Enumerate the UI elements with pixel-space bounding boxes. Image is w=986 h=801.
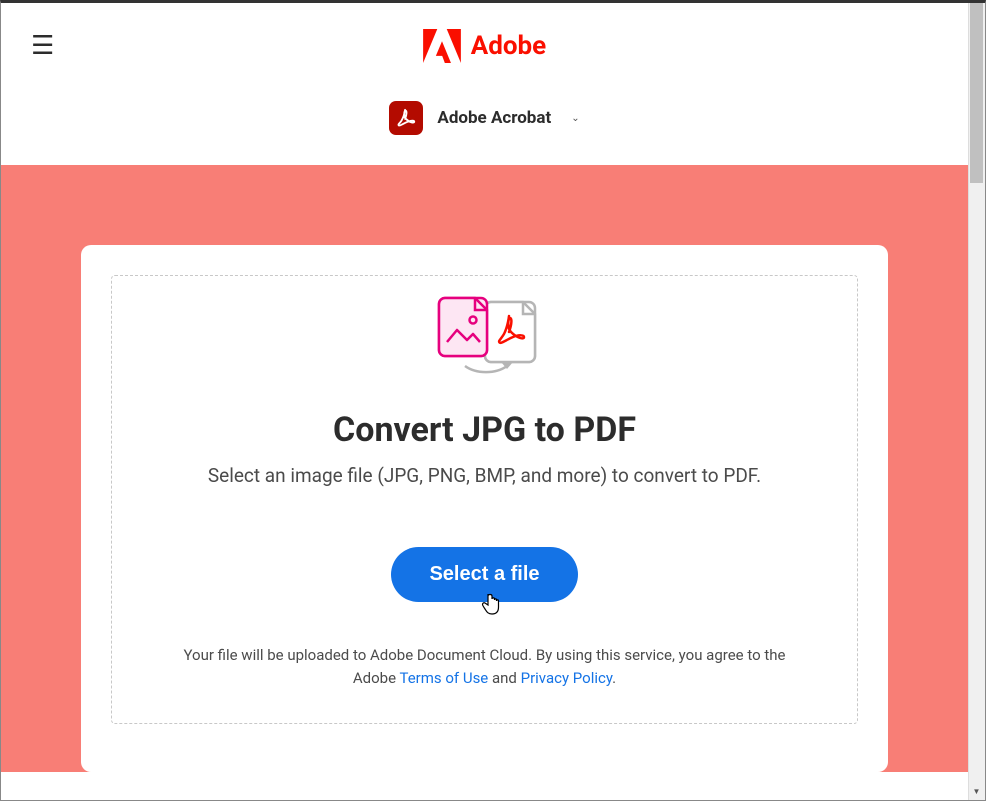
dropzone[interactable]: Convert JPG to PDF Select an image file … [111, 275, 858, 724]
privacy-policy-link[interactable]: Privacy Policy [521, 669, 613, 687]
adobe-brand[interactable]: Adobe [423, 29, 546, 63]
disclaimer-text-3: . [612, 669, 616, 687]
terms-of-use-link[interactable]: Terms of Use [399, 669, 488, 687]
page-title: Convert JPG to PDF [142, 410, 827, 450]
scrollbar-thumb[interactable] [970, 3, 983, 183]
page-subtitle: Select an image file (JPG, PNG, BMP, and… [142, 464, 827, 487]
upload-disclaimer: Your file will be uploaded to Adobe Docu… [165, 644, 805, 689]
hamburger-menu-icon[interactable]: ☰ [31, 33, 54, 59]
cta-label: Select a file [429, 563, 539, 585]
adobe-brand-text: Adobe [471, 31, 546, 61]
product-subnav[interactable]: Adobe Acrobat ⌄ [1, 83, 968, 165]
convert-illustration [142, 296, 827, 386]
chevron-down-icon: ⌄ [571, 113, 579, 124]
top-header: ☰ Adobe [1, 3, 968, 83]
upload-card: Convert JPG to PDF Select an image file … [81, 245, 888, 772]
acrobat-app-icon [389, 101, 423, 135]
select-file-button[interactable]: Select a file [391, 547, 577, 602]
cursor-pointer-icon [481, 592, 501, 616]
adobe-logo-icon [423, 29, 461, 63]
hero-section: Convert JPG to PDF Select an image file … [1, 165, 968, 772]
product-name-label: Adobe Acrobat [437, 108, 551, 128]
page-content: ☰ Adobe Adobe Acrobat ⌄ [1, 3, 968, 800]
scrollbar-down-arrow[interactable]: ▼ [968, 783, 985, 800]
disclaimer-text-2: and [488, 669, 520, 687]
vertical-scrollbar[interactable]: ▲ ▼ [968, 3, 985, 800]
